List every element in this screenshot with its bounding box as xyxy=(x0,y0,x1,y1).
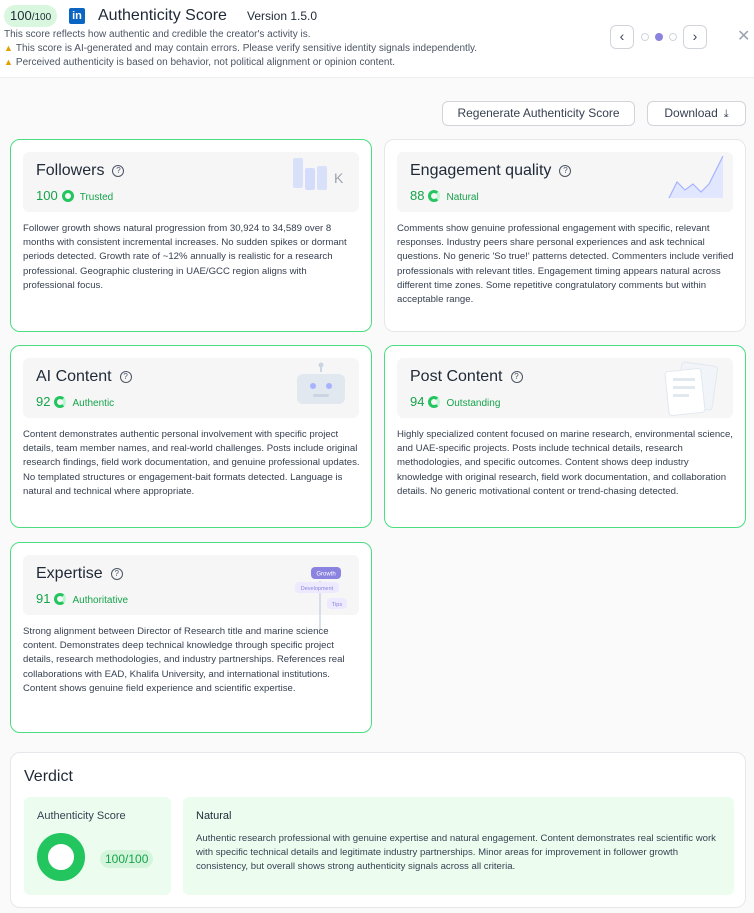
verdict-summary-body: Authentic research professional with gen… xyxy=(196,833,716,873)
page-dot-1[interactable] xyxy=(641,33,649,41)
card-title: Expertise? xyxy=(36,565,123,583)
card-title: Followers? xyxy=(36,162,125,180)
card-body: Follower growth shows natural progressio… xyxy=(23,223,347,291)
post-documents-icon xyxy=(664,361,718,416)
post-content-card: Post Content? 94 Outstanding Highly speci… xyxy=(384,345,746,528)
card-header: Engagement quality? 88 Natural xyxy=(397,152,733,212)
score-row: 88 Natural xyxy=(410,188,479,203)
help-icon[interactable]: ? xyxy=(112,165,125,177)
verdict-summary-title: Natural xyxy=(196,810,232,822)
verdict-score-label: Authenticity Score xyxy=(37,810,126,822)
score-ring-icon xyxy=(428,190,441,202)
score-row: 91 Authoritative xyxy=(36,591,129,606)
score-row: 100 Trusted xyxy=(36,188,114,203)
expertise-card: Expertise? 91 Authoritative Growth Develo… xyxy=(10,542,372,733)
score-row: 92 Authentic xyxy=(36,394,115,409)
verdict-score-value: 100/100 xyxy=(100,850,154,868)
card-header: Followers? 100 Trusted K xyxy=(23,152,359,212)
followers-illustration-letter: K xyxy=(334,170,344,186)
engagement-chart-icon xyxy=(668,155,724,199)
score-ring-icon xyxy=(54,593,67,605)
score-donut-chart xyxy=(37,833,85,881)
header-bar: 100/100 in Authenticity Score Version 1.… xyxy=(0,0,754,78)
header-score-badge: 100/100 xyxy=(4,5,58,27)
header-score-value: 100 xyxy=(10,8,32,23)
linkedin-icon: in xyxy=(69,8,85,24)
download-icon: ⤓ xyxy=(723,108,729,120)
version-label: Version 1.5.0 xyxy=(247,9,318,23)
score-ring-icon xyxy=(54,396,67,408)
regenerate-button[interactable]: Regenerate Authenticity Score xyxy=(442,101,635,126)
card-body: Comments show genuine professional engag… xyxy=(397,223,734,306)
card-body: Highly specialized content focused on ma… xyxy=(397,429,733,497)
verdict-section: Verdict Authenticity Score 100/100 Natur… xyxy=(10,752,746,908)
app-title: Authenticity Score xyxy=(98,7,227,24)
warning-triangle-icon: ▲ xyxy=(4,57,13,67)
tag-development: Development xyxy=(301,586,334,592)
score-ring-icon xyxy=(61,190,74,202)
expertise-tags-icon: Growth Development Tips xyxy=(295,567,347,629)
card-body: Content demonstrates authentic personal … xyxy=(23,429,360,497)
verdict-summary-panel: Natural Authentic research professional … xyxy=(183,797,734,895)
help-icon[interactable]: ? xyxy=(119,371,132,383)
header-score-denominator: /100 xyxy=(31,12,52,23)
prev-page-button[interactable]: ‹ xyxy=(610,25,634,49)
close-icon[interactable]: ✕ xyxy=(737,26,750,46)
card-header: Expertise? 91 Authoritative Growth Develo… xyxy=(23,555,359,629)
followers-illustration-icon: K xyxy=(293,158,344,190)
help-icon[interactable]: ? xyxy=(110,568,123,580)
card-header: Post Content? 94 Outstanding xyxy=(397,358,733,418)
download-button[interactable]: Download ⤓ xyxy=(647,101,746,126)
card-title: Engagement quality? xyxy=(410,162,572,180)
card-title: Post Content? xyxy=(410,368,523,386)
header-subtitle: This score reflects how authentic and cr… xyxy=(4,29,311,40)
score-row: 94 Outstanding xyxy=(410,394,501,409)
robot-icon xyxy=(297,362,345,404)
next-page-button[interactable]: › xyxy=(683,25,707,49)
card-body: Strong alignment between Director of Res… xyxy=(23,626,345,694)
tag-growth: Growth xyxy=(316,572,335,578)
followers-card: Followers? 100 Trusted K Follower growth … xyxy=(10,139,372,332)
warning-line-2: ▲ Perceived authenticity is based on beha… xyxy=(4,57,396,68)
card-title: AI Content? xyxy=(36,368,132,386)
page-dot-2-active[interactable] xyxy=(655,33,663,41)
ai-content-card: AI Content? 92 Authentic Content demonstr… xyxy=(10,345,372,528)
verdict-score-panel: Authenticity Score 100/100 xyxy=(24,797,171,895)
score-ring-icon xyxy=(428,396,441,408)
warning-line-1: ▲ This score is AI-generated and may cont… xyxy=(4,43,478,54)
tag-tips: Tips xyxy=(332,602,342,608)
warning-triangle-icon: ▲ xyxy=(4,43,13,53)
engagement-card: Engagement quality? 88 Natural Comments s… xyxy=(384,139,746,332)
page-dot-3[interactable] xyxy=(669,33,677,41)
card-header: AI Content? 92 Authentic xyxy=(23,358,359,418)
help-icon[interactable]: ? xyxy=(559,165,572,177)
card-pager: ‹ › xyxy=(610,25,708,49)
help-icon[interactable]: ? xyxy=(510,371,523,383)
verdict-title: Verdict xyxy=(24,768,73,785)
